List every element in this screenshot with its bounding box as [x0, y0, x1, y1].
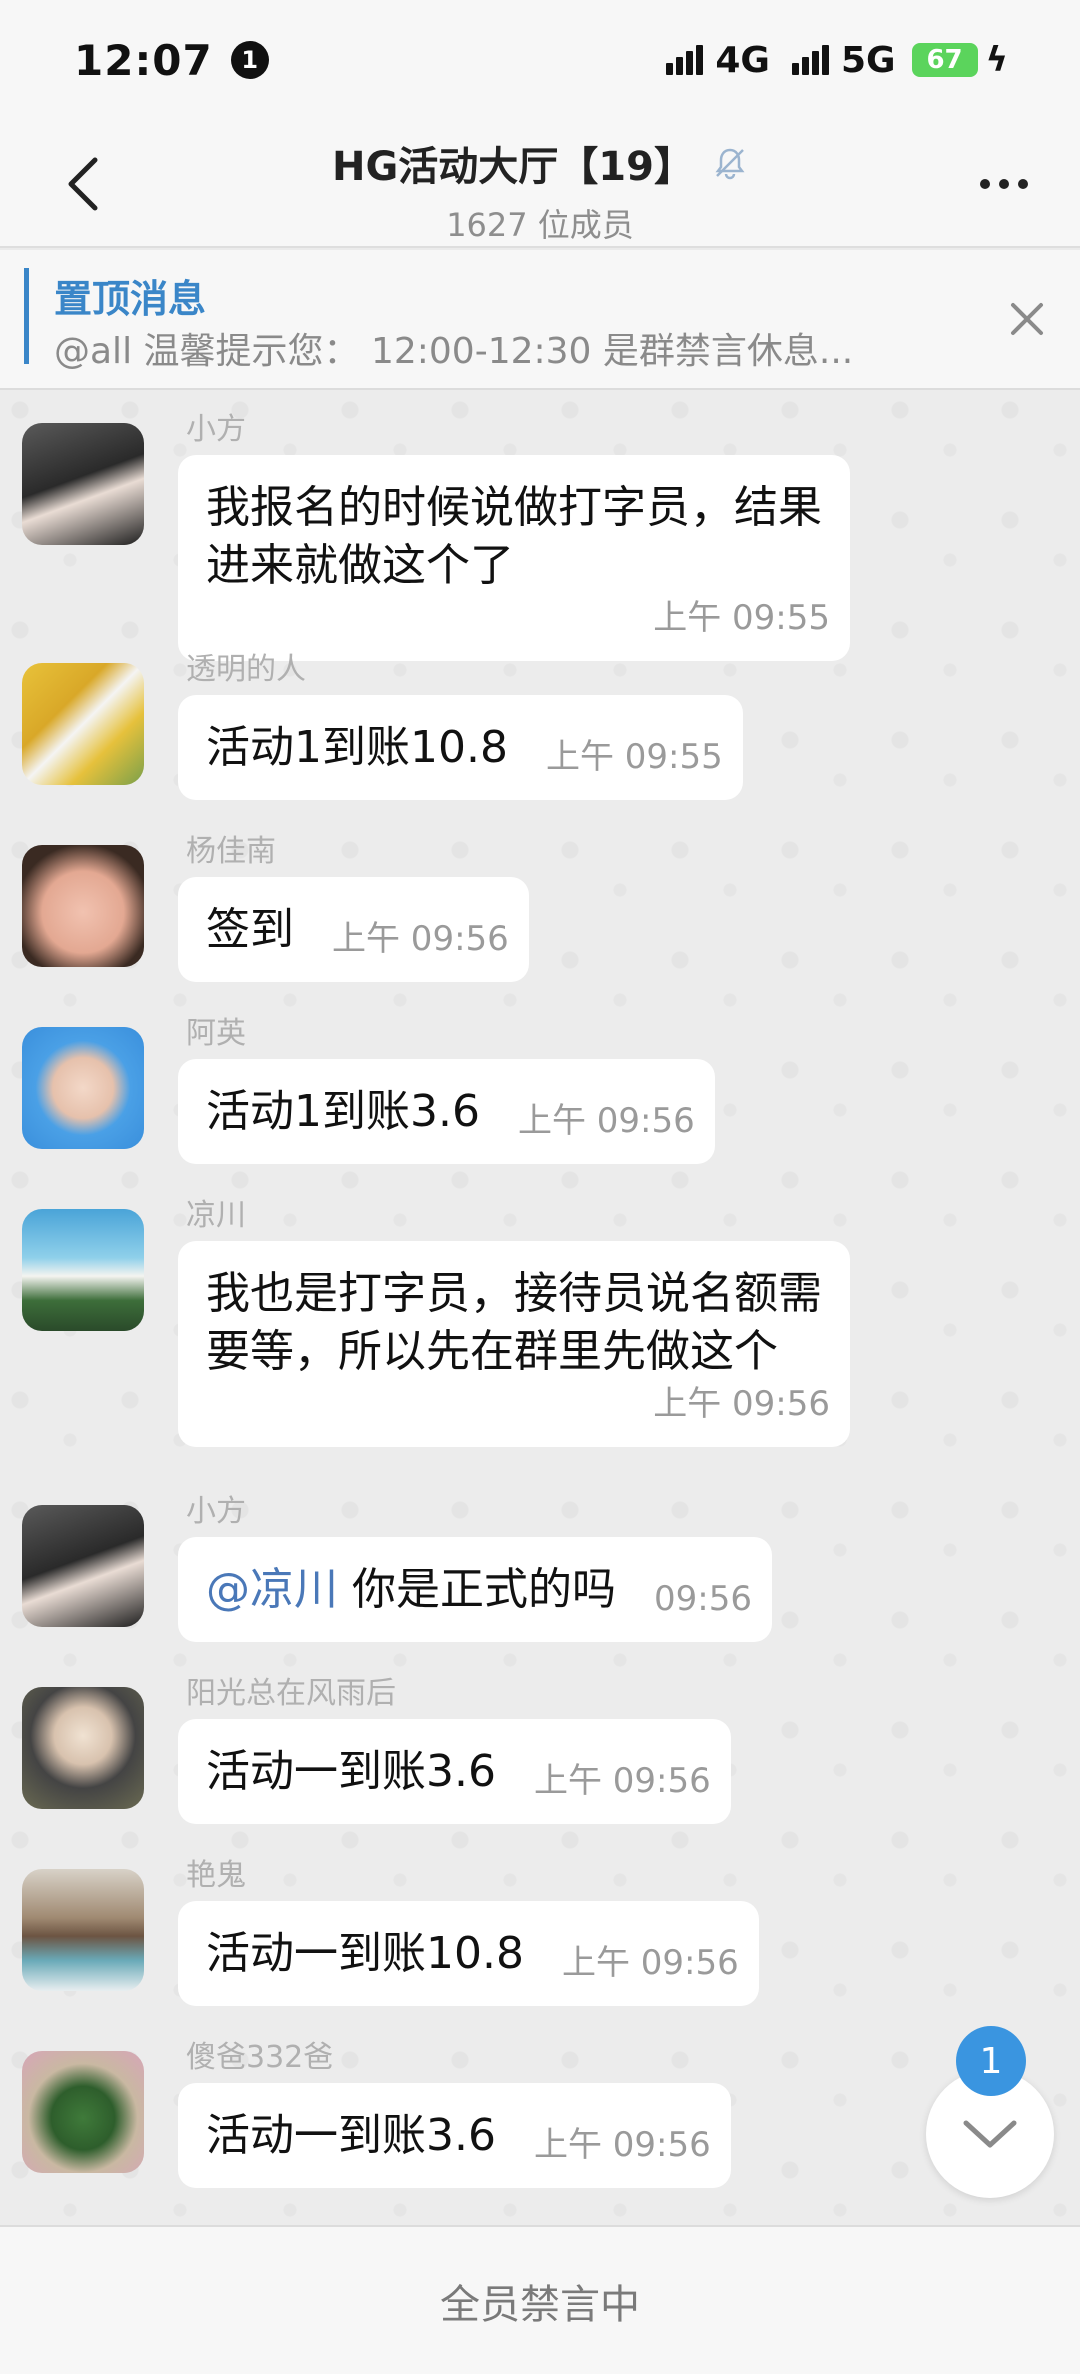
mute-bell-icon	[715, 148, 745, 180]
network-label-1: 4G	[715, 39, 770, 81]
sender-name: 傻爸332爸	[186, 2040, 334, 2075]
message-time: 上午 09:56	[332, 919, 509, 959]
avatar[interactable]	[22, 423, 144, 545]
sender-name: 小方	[186, 412, 246, 447]
close-icon[interactable]	[1004, 296, 1050, 342]
status-right: 4G 5G 67 ϟ	[666, 40, 1008, 81]
message-text: 活动一到账3.6	[206, 1746, 496, 1797]
message-bubble[interactable]: 活动一到账10.8 上午 09:56	[178, 1901, 759, 2006]
dot-icon	[999, 179, 1009, 189]
status-left: 12:07 1	[74, 36, 269, 85]
message-time: 上午 09:56	[533, 2125, 711, 2165]
message-text: 活动一到账3.6	[206, 2110, 496, 2161]
chat-header: HG活动大厅【19】 1627 位成员	[0, 120, 1080, 248]
status-bar: 12:07 1 4G 5G 67 ϟ	[0, 0, 1080, 120]
sender-name: 杨佳南	[186, 834, 276, 869]
message-bubble[interactable]: 活动一到账3.6 上午 09:56	[178, 2083, 731, 2188]
pinned-title: 置顶消息	[54, 277, 207, 321]
message-bubble[interactable]: 签到 上午 09:56	[178, 877, 529, 982]
back-button[interactable]	[52, 150, 112, 218]
signal-icon	[791, 45, 829, 75]
message-text: 活动1到账10.8	[206, 722, 508, 773]
charging-icon: ϟ	[985, 40, 1008, 80]
dot-icon	[1018, 179, 1028, 189]
message: 阳光总在风雨后 活动一到账3.6 上午 09:56	[0, 1654, 1080, 1836]
message-bubble[interactable]: @凉川 你是正式的吗 09:56	[178, 1537, 772, 1642]
avatar[interactable]	[22, 1027, 144, 1149]
sender-name: 凉川	[186, 1198, 246, 1233]
notification-badge: 1	[230, 41, 269, 79]
unread-count-badge: 1	[956, 2026, 1026, 2096]
message-time: 上午 09:55	[545, 737, 723, 777]
message: 艳鬼 活动一到账10.8 上午 09:56	[0, 1836, 1080, 2018]
status-time: 12:07	[74, 35, 213, 85]
avatar[interactable]	[22, 845, 144, 967]
pinned-text: @all 温馨提示您： 12:00-12:30 是群禁言休息...	[54, 331, 854, 372]
message-text: 活动一到账10.8	[206, 1928, 524, 1979]
pinned-message[interactable]: 置顶消息 @all 温馨提示您： 12:00-12:30 是群禁言休息...	[0, 250, 1080, 390]
message-text: 我也是打字员，接待员说名额需要等，所以先在群里先做这个	[206, 1268, 822, 1377]
message-text: 你是正式的吗	[338, 1564, 616, 1615]
more-options-button[interactable]	[974, 164, 1034, 204]
muted-bar: 全员禁言中	[0, 2225, 1080, 2374]
signal-icon	[666, 45, 704, 75]
mention-link[interactable]: @凉川	[206, 1564, 338, 1615]
message: 小方 @凉川 你是正式的吗 09:56	[0, 1472, 1080, 1654]
dot-icon	[980, 179, 990, 189]
message: 小方 我报名的时候说做打字员，结果进来就做这个了 上午 09:55	[0, 390, 1080, 661]
message-bubble[interactable]: 我也是打字员，接待员说名额需要等，所以先在群里先做这个 上午 09:56	[178, 1241, 850, 1447]
message-time: 上午 09:56	[653, 1384, 830, 1424]
message-bubble[interactable]: 活动一到账3.6 上午 09:56	[178, 1719, 731, 1824]
group-title: HG活动大厅【19】	[332, 144, 694, 190]
message-text: 我报名的时候说做打字员，结果进来就做这个了	[206, 482, 822, 591]
header-center[interactable]: HG活动大厅【19】 1627 位成员	[200, 134, 880, 246]
message: 透明的人 活动1到账10.8 上午 09:55	[0, 630, 1080, 812]
avatar[interactable]	[22, 663, 144, 785]
message-time: 上午 09:56	[561, 1943, 739, 1983]
battery-icon: 67	[911, 43, 978, 77]
avatar[interactable]	[22, 1209, 144, 1331]
message-time: 上午 09:56	[517, 1101, 695, 1141]
sender-name: 阳光总在风雨后	[186, 1676, 396, 1711]
avatar[interactable]	[22, 1687, 144, 1809]
network-label-2: 5G	[840, 39, 896, 81]
sender-name: 艳鬼	[186, 1858, 246, 1893]
sender-name: 阿英	[186, 1016, 246, 1051]
message: 杨佳南 签到 上午 09:56	[0, 812, 1080, 994]
sender-name: 透明的人	[186, 652, 306, 687]
message: 凉川 我也是打字员，接待员说名额需要等，所以先在群里先做这个 上午 09:56	[0, 1176, 1080, 1476]
message: 傻爸332爸 活动一到账3.6 上午 09:56	[0, 2018, 1080, 2200]
message-bubble[interactable]: 活动1到账3.6 上午 09:56	[178, 1059, 715, 1164]
message-time: 09:56	[654, 1579, 752, 1619]
message-text: 签到	[206, 904, 294, 955]
message: 阿英 活动1到账3.6 上午 09:56	[0, 994, 1080, 1176]
chat-area[interactable]: 小方 我报名的时候说做打字员，结果进来就做这个了 上午 09:55 透明的人 活…	[0, 390, 1080, 2225]
message-bubble[interactable]: 活动1到账10.8 上午 09:55	[178, 695, 743, 800]
chevron-down-icon	[963, 2120, 1017, 2148]
avatar[interactable]	[22, 2051, 144, 2173]
sender-name: 小方	[186, 1494, 246, 1529]
message-text: 活动1到账3.6	[206, 1086, 480, 1137]
chevron-left-icon	[68, 157, 98, 211]
avatar[interactable]	[22, 1505, 144, 1627]
message-time: 上午 09:56	[533, 1761, 711, 1801]
pinned-accent-bar	[24, 268, 29, 364]
avatar[interactable]	[22, 1869, 144, 1991]
member-count: 1627 位成员	[446, 206, 634, 244]
